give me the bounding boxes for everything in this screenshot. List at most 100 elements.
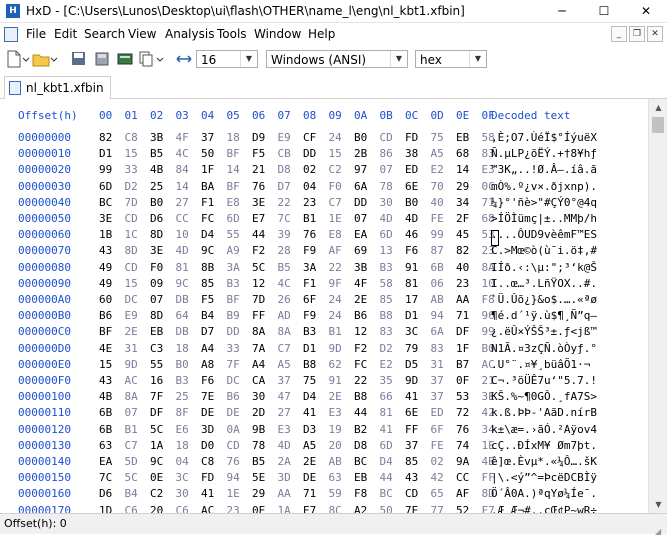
hex-byte[interactable]: 24 [329, 293, 342, 306]
hex-byte[interactable]: 5D [125, 455, 138, 468]
hex-byte[interactable]: BF [99, 325, 112, 338]
hex-byte[interactable]: 55 [227, 228, 240, 241]
hex-byte[interactable]: F0 [150, 261, 163, 274]
hex-byte[interactable]: B2 [354, 423, 367, 436]
hex-byte[interactable]: 14 [456, 163, 469, 176]
maximize-button[interactable]: ☐ [583, 0, 625, 22]
hex-byte[interactable]: 3E [252, 196, 265, 209]
hex-byte[interactable]: FF [252, 309, 265, 322]
hex-editor[interactable]: Offset(h) 00 01 02 03 04 05 06 07 08 09 0A 0B 0C 0D 0E… [0, 99, 648, 513]
hex-byte[interactable]: 29 [252, 487, 265, 500]
hex-byte[interactable]: F5 [252, 147, 265, 160]
hex-byte[interactable]: 6B [99, 423, 112, 436]
hex-byte[interactable]: 85 [201, 277, 214, 290]
hex-byte[interactable]: C7 [125, 439, 138, 452]
hex-byte[interactable]: 18 [176, 439, 189, 452]
charset-select[interactable]: Windows (ANSI) ▼ [266, 50, 408, 68]
hex-byte[interactable]: 9D [329, 342, 342, 355]
hex-byte[interactable]: E2 [431, 163, 444, 176]
hex-byte[interactable]: EB [150, 325, 163, 338]
hex-byte[interactable]: BC [99, 196, 112, 209]
hex-byte[interactable]: 4D [278, 439, 291, 452]
hex-byte[interactable]: F8 [354, 487, 367, 500]
save-icon[interactable] [70, 50, 86, 68]
tab-nl-kbt1[interactable]: nl_kbt1.xfbin [4, 76, 111, 100]
hex-byte[interactable]: 75 [303, 374, 316, 387]
decoded-text[interactable]: k.ß.ÞÞ-'AãD.nírB [491, 406, 597, 419]
hex-byte[interactable]: D1 [405, 309, 418, 322]
hex-byte[interactable]: 9F [329, 277, 342, 290]
hex-byte[interactable]: 14 [176, 180, 189, 193]
hex-byte[interactable]: 63 [329, 471, 342, 484]
hex-byte[interactable]: 4B [99, 390, 112, 403]
hex-byte[interactable]: B0 [150, 196, 163, 209]
hex-byte[interactable]: C7 [278, 342, 291, 355]
hex-byte[interactable]: CD [125, 261, 138, 274]
hex-byte[interactable]: 94 [227, 471, 240, 484]
hex-byte[interactable]: 43 [99, 244, 112, 257]
hex-byte[interactable]: 7C [278, 212, 291, 225]
hex-byte[interactable]: 39 [278, 228, 291, 241]
hex-byte[interactable]: 04 [176, 455, 189, 468]
hex-byte[interactable]: 1F [456, 342, 469, 355]
hex-byte[interactable]: 3C [405, 325, 418, 338]
hex-byte[interactable]: B4 [201, 309, 214, 322]
hex-byte[interactable]: 0E [150, 471, 163, 484]
hex-byte[interactable]: FD [405, 131, 418, 144]
hex-byte[interactable]: A8 [201, 358, 214, 371]
hex-byte[interactable]: 0E [252, 504, 265, 513]
hex-byte[interactable]: B0 [405, 196, 418, 209]
hex-byte[interactable]: B6 [227, 390, 240, 403]
hex-byte[interactable]: 40 [431, 196, 444, 209]
hex-byte[interactable]: 8A [125, 390, 138, 403]
menu-file[interactable]: File [26, 27, 46, 41]
hex-byte[interactable]: 76 [303, 228, 316, 241]
decoded-text[interactable]: ....ÔUD9vèêmF™ES [491, 228, 597, 241]
hex-byte[interactable]: A5 [303, 439, 316, 452]
hex-byte[interactable]: 2D [252, 406, 265, 419]
hex-byte[interactable]: B1 [329, 325, 342, 338]
hex-byte[interactable]: 8A [278, 325, 291, 338]
hex-byte[interactable]: 4B [150, 163, 163, 176]
hex-byte[interactable]: 6D [380, 228, 393, 241]
hex-byte[interactable]: 27 [176, 196, 189, 209]
hex-byte[interactable]: 47 [278, 390, 291, 403]
hex-byte[interactable]: 45 [456, 228, 469, 241]
hex-byte[interactable]: DD [303, 147, 316, 160]
hex-byte[interactable]: 6B [99, 406, 112, 419]
hex-byte[interactable]: AB [431, 293, 444, 306]
hex-byte[interactable]: 09 [150, 277, 163, 290]
hex-byte[interactable]: 31 [431, 358, 444, 371]
hex-byte[interactable]: 20 [329, 439, 342, 452]
hex-byte[interactable]: 85 [405, 455, 418, 468]
hex-byte[interactable]: 07 [354, 212, 367, 225]
hex-byte[interactable]: 37 [431, 374, 444, 387]
decoded-text[interactable]: KŠ.%~¶0GÔ.¸fA7S> [491, 390, 597, 403]
hex-byte[interactable]: 8F [176, 406, 189, 419]
hex-byte[interactable]: CF [303, 131, 316, 144]
hex-byte[interactable]: 81 [405, 277, 418, 290]
decoded-text[interactable]: ¿.ëÛ×ÝŠŠ³±.ƒ<jß™ [491, 325, 597, 338]
mdi-close-button[interactable]: ✕ [647, 26, 663, 42]
hex-byte[interactable]: B6 [99, 309, 112, 322]
hex-byte[interactable]: 4C [278, 277, 291, 290]
hex-byte[interactable]: 43 [405, 471, 418, 484]
hex-byte[interactable]: 1A [150, 439, 163, 452]
decoded-text[interactable]: .U°¨.¤¥¸büâÕ1·¬ [491, 358, 590, 371]
scroll-down-arrow-icon[interactable]: ▼ [649, 496, 667, 513]
hex-byte[interactable]: 2F [456, 212, 469, 225]
hex-byte[interactable]: C2 [150, 487, 163, 500]
hex-byte[interactable]: C6 [176, 504, 189, 513]
hex-byte[interactable]: 07 [380, 163, 393, 176]
hex-byte[interactable]: D9 [252, 131, 265, 144]
hex-byte[interactable]: D0 [201, 439, 214, 452]
hex-byte[interactable]: B5 [150, 147, 163, 160]
hex-byte[interactable]: D7 [278, 180, 291, 193]
decoded-text[interactable]: >ÍÖÌümç|±..MMþ/h [491, 212, 597, 225]
hex-byte[interactable]: 02 [303, 163, 316, 176]
hex-byte[interactable]: 91 [329, 374, 342, 387]
hex-byte[interactable]: 25 [150, 180, 163, 193]
hex-byte[interactable]: D6 [150, 212, 163, 225]
hex-byte[interactable]: C3 [150, 342, 163, 355]
hex-byte[interactable]: 5E [252, 471, 265, 484]
